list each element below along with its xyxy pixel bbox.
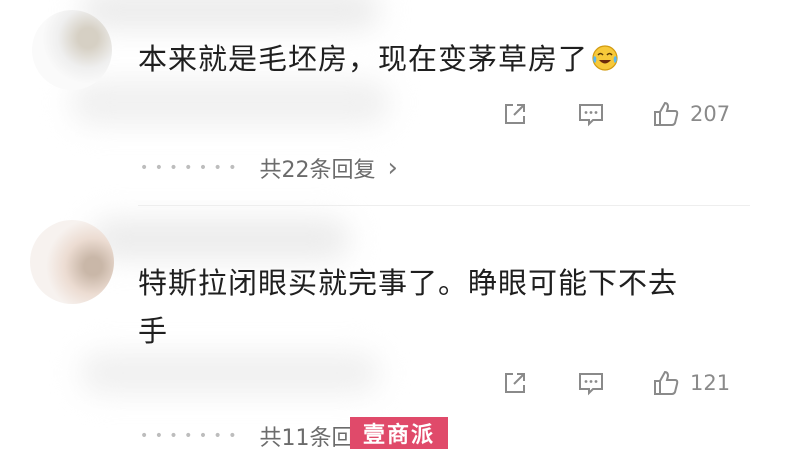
view-replies-link[interactable]: • • • • • • • 共11条回复 (140, 420, 376, 452)
blurred-username-1b (70, 80, 390, 125)
dotted-line: • • • • • • • (140, 428, 238, 444)
share-button[interactable] (500, 368, 530, 398)
share-icon (500, 368, 530, 398)
like-button[interactable]: 207 (650, 98, 730, 130)
view-replies-link[interactable]: • • • • • • • 共22条回复 › (140, 152, 398, 184)
like-icon (650, 367, 682, 399)
like-count: 121 (690, 371, 731, 395)
avatar[interactable] (32, 10, 112, 90)
divider (138, 205, 750, 206)
comment-icon (576, 99, 606, 129)
blurred-username-2 (90, 218, 350, 260)
watermark-logo: 壹商派 (350, 417, 448, 449)
like-button[interactable]: 121 (650, 367, 730, 399)
avatar[interactable] (30, 220, 114, 304)
reply-button[interactable] (576, 368, 606, 398)
chevron-right-icon: › (387, 153, 398, 183)
blurred-username-1 (80, 0, 380, 30)
replies-label: 共22条回复 (259, 158, 376, 183)
reply-button[interactable] (576, 99, 606, 129)
like-icon (650, 98, 682, 130)
comment-icon (576, 368, 606, 398)
comment-text: 特斯拉闭眼买就完事了。睁眼可能下不去 手 (138, 266, 679, 348)
share-icon (500, 99, 530, 129)
like-count: 207 (690, 102, 731, 126)
blurred-meta-2 (80, 352, 380, 394)
share-button[interactable] (500, 99, 530, 129)
dotted-line: • • • • • • • (140, 160, 238, 176)
comment-actions: 207 (500, 98, 730, 130)
comment-actions: 121 (500, 367, 730, 399)
comment-text: 本来就是毛坯房，现在变茅草房了 (138, 38, 619, 80)
crying-laughing-emoji (591, 41, 619, 71)
